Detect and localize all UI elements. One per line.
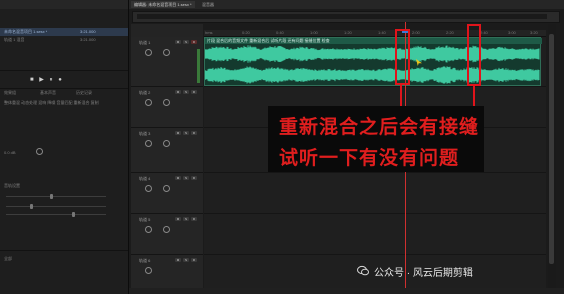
wechat-icon: [357, 265, 369, 276]
track-header-4[interactable]: 轨道 4 M S R: [131, 173, 203, 214]
vertical-scrollbar[interactable]: [548, 24, 556, 289]
seam-highlight-box: [467, 24, 481, 86]
status-bar: [129, 288, 564, 294]
volume-knob-icon[interactable]: [145, 99, 152, 106]
file-row-2-duration: 3:21.000: [80, 37, 96, 42]
solo-button[interactable]: S: [183, 131, 189, 135]
track-name[interactable]: 轨道 2: [139, 90, 150, 96]
track-header-6[interactable]: 轨道 6 M S R: [131, 255, 203, 289]
solo-button[interactable]: S: [183, 90, 189, 94]
track-name[interactable]: 轨道 6: [139, 258, 150, 264]
watermark-text: 公众号 · 风云后期剪辑: [374, 268, 473, 279]
annotation-line-2: 试听一下有没有问题: [279, 148, 460, 169]
panel-divider: [0, 70, 128, 71]
record-button[interactable]: R: [191, 131, 197, 135]
left-panel: 未命名混音项目 1.sesx * 3:21.000 轨道 1 混音 3:21.0…: [0, 0, 129, 294]
pan-knob-icon[interactable]: [163, 185, 170, 192]
track-name[interactable]: 轨道 1: [139, 40, 150, 46]
record-button[interactable]: R: [191, 40, 197, 44]
pan-knob-icon[interactable]: [163, 99, 170, 106]
ruler-label: 2:20: [446, 30, 454, 35]
slider-handle[interactable]: [72, 212, 75, 217]
ruler-label: hms: [205, 30, 213, 35]
tab-editor[interactable]: 编辑器: 未命名混音项目 1.sesx *: [131, 1, 195, 8]
solo-button[interactable]: S: [183, 217, 189, 221]
record-button[interactable]: R: [191, 217, 197, 221]
ruler-label: 0:20: [242, 30, 250, 35]
overview-scrollbar[interactable]: [137, 14, 547, 19]
ruler-label: 2:00: [412, 30, 420, 35]
waveform: [205, 45, 540, 84]
volume-knob-icon[interactable]: [145, 267, 152, 274]
file-row-1-duration: 3:21.000: [80, 29, 96, 34]
bottom-label: 全部: [4, 256, 12, 261]
track-lane[interactable]: [204, 214, 546, 255]
audio-clip[interactable]: 片段 混合后的音频文件 重新混合后 试听片段 还有问题 接缝位置 检查: [204, 37, 542, 86]
track-header-2[interactable]: 轨道 2 M S R: [131, 87, 203, 128]
mute-button[interactable]: M: [175, 90, 181, 94]
record-button[interactable]: R: [191, 90, 197, 94]
track-name[interactable]: 轨道 5: [139, 217, 150, 223]
ruler-label: 1:20: [344, 30, 352, 35]
track-header-3[interactable]: 轨道 3 M S R: [131, 128, 203, 173]
track-name[interactable]: 轨道 4: [139, 176, 150, 182]
left-panel-tabbar: [0, 0, 128, 9]
editor-tabbar: 编辑器: 未命名混音项目 1.sesx * 混音器: [129, 0, 564, 9]
tab-mixer[interactable]: 混音器: [199, 1, 217, 8]
record-button[interactable]: R: [191, 176, 197, 180]
scrollbar-thumb[interactable]: [549, 34, 554, 264]
level-meter: [197, 49, 200, 83]
track-lane[interactable]: [204, 173, 546, 214]
record-button[interactable]: R: [191, 258, 197, 262]
mute-button[interactable]: M: [175, 131, 181, 135]
volume-knob-icon[interactable]: [145, 185, 152, 192]
solo-button[interactable]: S: [183, 40, 189, 44]
volume-knob-icon[interactable]: [145, 226, 152, 233]
slider-track[interactable]: [6, 214, 106, 215]
slider-handle[interactable]: [50, 194, 53, 199]
volume-knob-icon[interactable]: [36, 148, 43, 155]
volume-knob-icon[interactable]: [145, 49, 152, 56]
section-label: 音轨设置: [4, 183, 20, 188]
annotation-line-1: 重新混合之后会有接缝: [279, 117, 480, 138]
pan-knob-icon[interactable]: [163, 49, 170, 56]
ruler-label: 1:00: [310, 30, 318, 35]
seam-highlight-box: [395, 29, 410, 85]
ruler-label: 3:00: [508, 30, 516, 35]
mute-button[interactable]: M: [175, 258, 181, 262]
value-readout: 0.0 dB: [4, 150, 16, 155]
solo-button[interactable]: S: [183, 176, 189, 180]
volume-knob-icon[interactable]: [145, 140, 152, 147]
ruler-label: 0:40: [276, 30, 284, 35]
file-row-1[interactable]: 未命名混音项目 1.sesx *: [4, 29, 47, 35]
file-row-2[interactable]: 轨道 1 混音: [4, 37, 24, 43]
solo-button[interactable]: S: [183, 258, 189, 262]
left-tab-essential-sound[interactable]: 基本声音: [40, 90, 56, 96]
track-header-1[interactable]: 轨道 1 M S R: [131, 37, 203, 87]
mute-button[interactable]: M: [175, 176, 181, 180]
pan-knob-icon[interactable]: [163, 226, 170, 233]
track-name[interactable]: 轨道 3: [139, 131, 150, 137]
waveform-channel: [205, 45, 540, 63]
left-tab-effects[interactable]: 效果组: [4, 90, 16, 96]
slider-track[interactable]: [6, 196, 106, 197]
ruler-label: 3:20: [530, 30, 538, 35]
panel-divider: [0, 250, 128, 251]
pan-knob-icon[interactable]: [163, 140, 170, 147]
slider-track[interactable]: [6, 206, 106, 207]
ruler-label: 2:40: [480, 30, 488, 35]
transport-controls[interactable]: ■ ▶ ⏸ ●: [30, 76, 100, 84]
track-header-5[interactable]: 轨道 5 M S R: [131, 214, 203, 255]
effects-text-row: 整体重混 动态处理 混响 降噪 音量匹配 重新混合 复制: [4, 100, 99, 105]
mute-button[interactable]: M: [175, 217, 181, 221]
panel-divider: [0, 88, 128, 89]
track-headers: 轨道 1 M S R 轨道 2 M S R 轨道 3 M S R 轨道 4 M …: [131, 24, 203, 289]
mute-button[interactable]: M: [175, 40, 181, 44]
ruler-label: 1:40: [378, 30, 386, 35]
waveform-channel: [205, 66, 540, 84]
time-ruler[interactable]: hms 0:20 0:40 1:00 1:20 1:40 2:00 2:20 2…: [204, 30, 546, 37]
left-tab-history[interactable]: 历史记录: [76, 90, 92, 96]
slider-handle[interactable]: [30, 204, 33, 209]
